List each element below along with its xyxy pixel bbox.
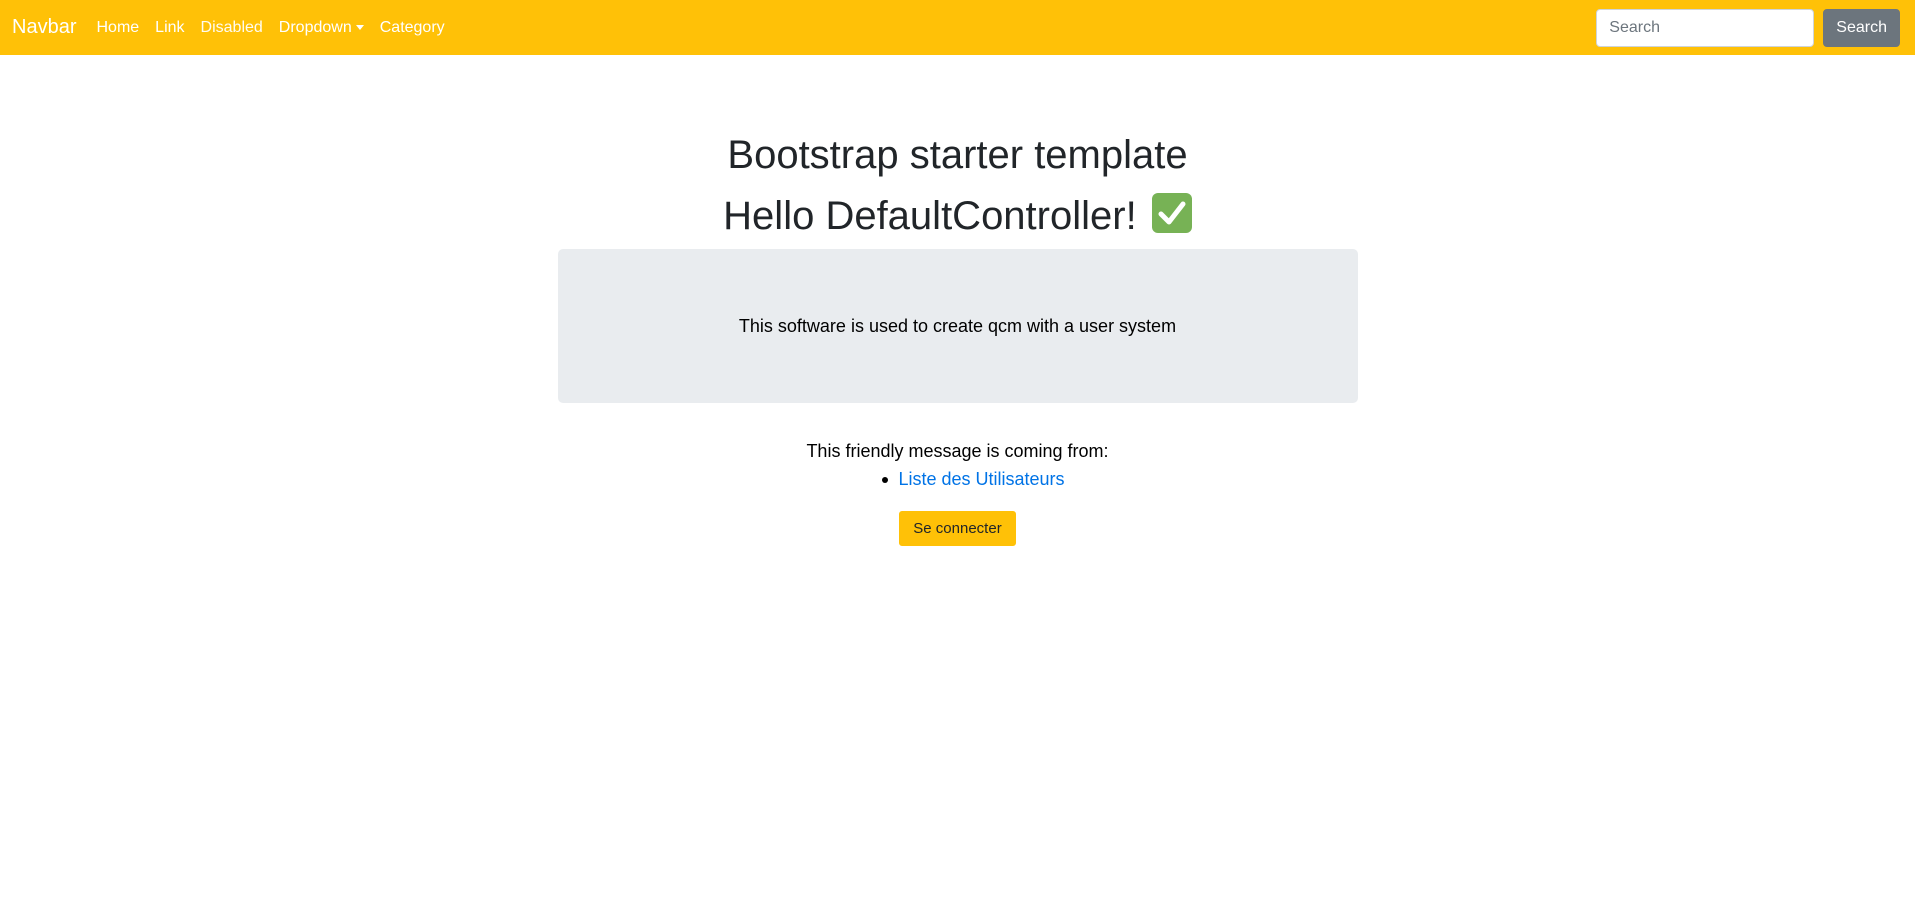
navbar-brand[interactable]: Navbar (12, 16, 76, 39)
nav-link-disabled: Disabled (200, 18, 263, 36)
link-list: Liste des Utilisateurs (0, 467, 1915, 491)
search-form: Search (1596, 8, 1903, 47)
nav-dropdown-toggle[interactable]: Dropdown (271, 19, 372, 37)
users-list-link[interactable]: Liste des Utilisateurs (898, 469, 1064, 489)
navbar: Navbar Home Link Disabled Dropdown Categ… (0, 0, 1915, 55)
list-item: Liste des Utilisateurs (0, 467, 1915, 491)
login-button[interactable]: Se connecter (899, 511, 1016, 546)
main-content: Bootstrap starter template Hello Default… (0, 55, 1915, 546)
caret-down-icon (355, 25, 364, 30)
jumbotron: This software is used to create qcm with… (557, 249, 1358, 403)
check-mark-button-icon (1151, 193, 1192, 233)
friendly-message: This friendly message is coming from: (806, 441, 1109, 461)
bullet-icon (882, 477, 889, 484)
hello-heading: Hello DefaultController! (0, 183, 1915, 249)
nav-link-home[interactable]: Home (88, 19, 147, 37)
search-button[interactable]: Search (1823, 8, 1900, 47)
nav-link-category[interactable]: Category (372, 19, 453, 37)
page-title: Bootstrap starter template (727, 133, 1188, 177)
jumbotron-text: This software is used to create qcm with… (738, 315, 1177, 336)
nav-link-link[interactable]: Link (147, 19, 192, 37)
hello-text: Hello DefaultController! (723, 194, 1137, 238)
search-input[interactable] (1596, 8, 1815, 47)
nav-dropdown-label: Dropdown (278, 18, 352, 36)
